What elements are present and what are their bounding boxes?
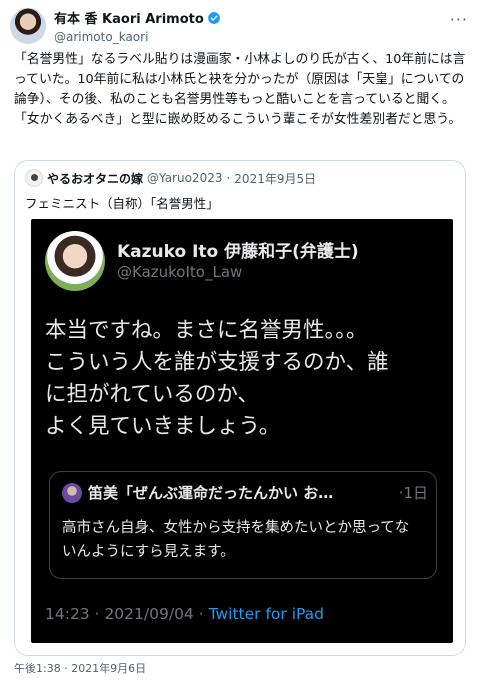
- screenshot-image[interactable]: Kazuko Ito 伊藤和子(弁護士) @KazukoIto_Law 本当です…: [31, 219, 453, 643]
- image-author-name: Kazuko Ito 伊藤和子(弁護士): [117, 242, 359, 262]
- quoted-date: 2021年9月5日: [234, 171, 317, 186]
- image-inner-quote-avatar: [62, 482, 82, 503]
- image-footer-source: Twitter for iPad: [208, 605, 324, 623]
- tweet-timestamp[interactable]: 午後1:38 · 2021年9月6日: [14, 660, 146, 676]
- image-body-line: よく見ていきましょう。: [45, 414, 281, 439]
- image-inner-quote-time: ·1日: [398, 484, 428, 502]
- author-avatar[interactable]: [10, 8, 46, 44]
- more-icon[interactable]: ···: [450, 10, 468, 29]
- image-tweet-body: 本当ですね。まさに名誉男性。。。 こういう人を誰が支援するのか、誰 に担がれてい…: [45, 315, 449, 443]
- quoted-author-handle: @Yaruo2023: [147, 171, 223, 185]
- image-author-handle: @KazukoIto_Law: [117, 263, 243, 281]
- image-inner-quote-header: 笛美「ぜんぶ運命だったんかい お… ·1日: [62, 482, 428, 503]
- image-footer: 14:23 · 2021/09/04 · Twitter for iPad: [45, 605, 324, 623]
- quoted-tweet-text: フェミニスト（自称）「名誉男性」: [25, 196, 219, 211]
- image-body-line: 本当ですね。まさに名誉男性。。。: [45, 318, 368, 343]
- author-display-name[interactable]: 有本 香 Kaori Arimoto: [54, 8, 204, 27]
- image-inner-quote-name: 笛美「ぜんぶ運命だったんかい お…: [88, 484, 334, 502]
- tweet-header: 有本 香 Kaori Arimoto @arimoto_kaori ···: [10, 6, 470, 46]
- author-handle[interactable]: @arimoto_kaori: [54, 30, 221, 44]
- image-inner-quote-card: 笛美「ぜんぶ運命だったんかい お… ·1日 高市さん自身、女性から支持を集めたい…: [49, 471, 437, 579]
- image-avatar: [45, 231, 105, 291]
- quoted-tweet-card[interactable]: やるおオタニの嫁 @Yaruo2023 · 2021年9月5日 フェミニスト（自…: [14, 160, 466, 656]
- image-footer-time: 14:23 · 2021/09/04 ·: [45, 605, 209, 623]
- verified-badge-icon: [207, 11, 220, 24]
- image-body-line: こういう人を誰が支援するのか、誰: [45, 350, 389, 375]
- author-names: 有本 香 Kaori Arimoto @arimoto_kaori: [54, 8, 221, 44]
- quoted-tweet-header: やるおオタニの嫁 @Yaruo2023 · 2021年9月5日: [25, 169, 316, 187]
- tweet-text: 「名誉男性」なるラベル貼りは漫画家・小林よしのり氏が古く、10年前には言っていた…: [14, 52, 466, 127]
- author-display-name-row[interactable]: 有本 香 Kaori Arimoto: [54, 8, 221, 27]
- quoted-author-avatar: [25, 169, 43, 187]
- image-body-line: に担がれているのか、: [45, 382, 259, 407]
- quoted-separator: ·: [226, 171, 231, 185]
- quoted-author-name: やるおオタニの嫁: [47, 171, 144, 186]
- image-inner-quote-body: 高市さん自身、女性から支持を集めたいとか思ってないんようにすら見えます。: [62, 520, 410, 560]
